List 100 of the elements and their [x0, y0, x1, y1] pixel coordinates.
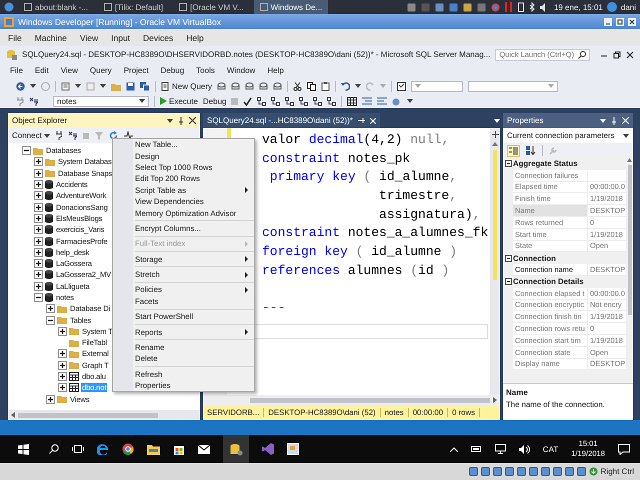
database-query-icon[interactable]	[231, 82, 240, 90]
database-query-icon[interactable]	[217, 82, 226, 90]
taskbar-window-button[interactable]: Windows De...	[254, 0, 328, 14]
start-menu-icon[interactable]	[4, 2, 14, 12]
network-icon[interactable]	[494, 444, 506, 454]
paste-icon[interactable]	[321, 82, 330, 90]
activity-icon[interactable]	[124, 131, 133, 140]
menu-item[interactable]: Query	[90, 66, 112, 75]
language-indicator[interactable]: CAT	[542, 444, 558, 454]
taskbar-window-button[interactable]: [Oracle VM V...	[173, 0, 250, 14]
new-query-button[interactable]: New Query	[161, 82, 212, 90]
expand-icon[interactable]	[34, 168, 43, 178]
collapse-icon[interactable]	[22, 146, 31, 156]
tray-app-icon[interactable]	[476, 2, 486, 12]
refresh-icon[interactable]	[108, 131, 118, 140]
scrollbar-thumb[interactable]	[18, 412, 158, 418]
caret-up-icon[interactable]	[450, 446, 458, 452]
database-app-icon[interactable]	[223, 435, 249, 463]
grid-tool-icon[interactable]	[257, 96, 266, 106]
menu-item[interactable]: Window	[226, 66, 256, 75]
tab-list-icon[interactable]	[494, 118, 500, 122]
task-view-icon[interactable]	[72, 444, 84, 454]
expand-icon[interactable]	[58, 326, 67, 336]
results-grid-icon[interactable]	[347, 96, 358, 106]
scroll-right-icon[interactable]	[493, 397, 497, 403]
plug-icon[interactable]	[16, 96, 24, 106]
database-query-icon[interactable]	[273, 82, 282, 90]
menu-item[interactable]: Machine	[34, 32, 67, 42]
folder-icon[interactable]	[147, 444, 160, 454]
new-project-icon[interactable]	[61, 82, 70, 90]
split-view-icon[interactable]	[492, 131, 498, 138]
browser-e-icon[interactable]	[97, 443, 109, 455]
execute-button[interactable]: Execute	[160, 96, 198, 106]
expand-icon[interactable]	[34, 180, 43, 190]
grid-tool-icon[interactable]	[271, 96, 280, 106]
arrow-down-icon[interactable]	[588, 467, 598, 476]
collapse-icon[interactable]	[504, 160, 512, 168]
shopping-bag-icon[interactable]	[173, 443, 185, 455]
scrollbar-thumb[interactable]	[628, 165, 632, 315]
menu-item[interactable]: File	[8, 32, 22, 42]
expand-icon[interactable]	[46, 304, 55, 314]
search-icon[interactable]	[49, 444, 59, 454]
panel-menu-icon[interactable]	[167, 118, 173, 122]
expand-icon[interactable]	[58, 349, 67, 358]
dropdown-caret-icon[interactable]	[355, 84, 362, 88]
taskbar-window-button[interactable]: about:blank -...	[18, 0, 94, 14]
expand-icon[interactable]	[34, 270, 43, 280]
expand-icon[interactable]	[34, 214, 43, 223]
expand-icon[interactable]	[34, 157, 43, 166]
menu-item[interactable]: View	[80, 32, 98, 42]
save-icon[interactable]	[126, 82, 135, 90]
menu-item[interactable]: Project	[124, 66, 149, 75]
debug-button[interactable]: Debug	[202, 96, 226, 106]
dropdown-caret-icon[interactable]	[139, 99, 145, 103]
user-name[interactable]: dani	[620, 2, 636, 12]
dropdown-caret-icon[interactable]	[44, 134, 50, 138]
expand-icon[interactable]	[34, 248, 43, 257]
check-icon[interactable]	[243, 96, 252, 106]
grid-tool-icon[interactable]	[327, 96, 336, 106]
browser-circle-icon[interactable]	[122, 443, 134, 455]
connect-plug-icon[interactable]	[56, 131, 62, 140]
copy-icon[interactable]	[307, 82, 316, 90]
window-layout-icon[interactable]	[397, 82, 406, 90]
notification-icon[interactable]	[618, 444, 630, 454]
dropdown-caret-icon[interactable]	[75, 84, 81, 88]
cut-icon[interactable]	[293, 82, 302, 90]
panel-menu-icon[interactable]	[600, 118, 606, 122]
expand-icon[interactable]	[34, 225, 43, 234]
grid-tool-icon[interactable]	[285, 96, 294, 106]
disconnect-plug-icon[interactable]	[68, 131, 77, 140]
scrollbar[interactable]	[626, 158, 633, 383]
undo-icon[interactable]	[341, 82, 350, 90]
folder-tray-icon[interactable]	[462, 2, 472, 12]
dropdown-caret-icon[interactable]	[30, 84, 36, 88]
minimize-icon[interactable]	[604, 18, 612, 26]
categorized-icon[interactable]	[509, 146, 518, 154]
expand-icon[interactable]	[34, 191, 43, 200]
disconnect-plug-icon[interactable]	[29, 96, 38, 106]
menu-item[interactable]: Help	[186, 32, 204, 42]
menu-item[interactable]: Debug	[160, 66, 184, 75]
dropdown-caret-icon[interactable]	[623, 134, 629, 138]
battery-icon[interactable]	[470, 445, 482, 453]
ribbon-logo-icon[interactable]	[262, 443, 274, 455]
menu-item[interactable]: Input	[111, 32, 130, 42]
database-query-icon[interactable]	[259, 82, 268, 90]
expand-icon[interactable]	[46, 394, 55, 404]
menu-item[interactable]: Devices	[143, 32, 174, 42]
indent-icon[interactable]	[362, 97, 372, 105]
grid-tool-icon[interactable]	[299, 96, 308, 106]
scroll-up-icon[interactable]	[492, 142, 498, 146]
menu-item[interactable]: Tools	[196, 66, 215, 75]
collapse-icon[interactable]	[504, 254, 512, 262]
scrollbar-thumb[interactable]	[250, 398, 490, 402]
close-icon[interactable]	[626, 50, 634, 58]
close-icon[interactable]	[628, 18, 636, 26]
menu-item[interactable]: View	[60, 66, 78, 75]
grid-tool-icon[interactable]	[313, 96, 322, 106]
dropdown-caret-icon[interactable]	[100, 84, 106, 88]
collapse-icon[interactable]	[504, 278, 512, 286]
expand-icon[interactable]	[58, 360, 67, 370]
